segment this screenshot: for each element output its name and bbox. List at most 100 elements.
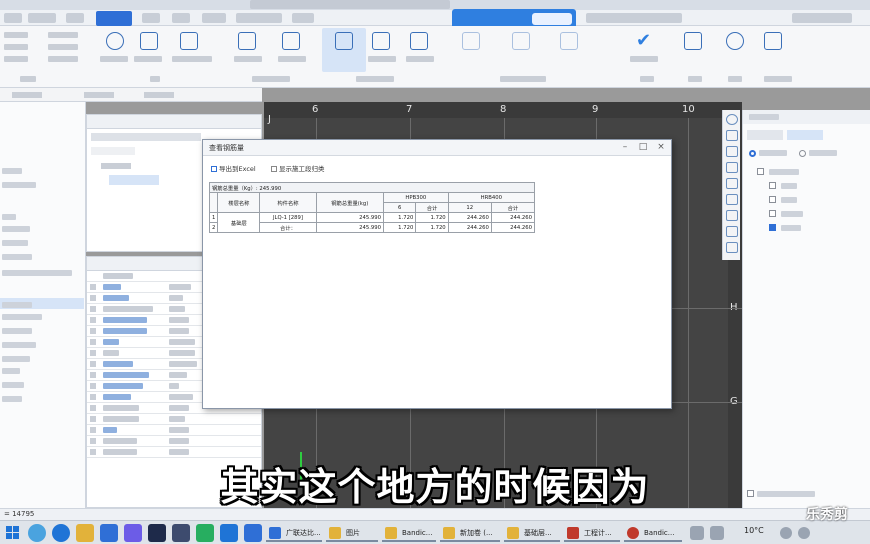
tab-layer-display[interactable] bbox=[747, 130, 783, 140]
taskbar-task[interactable]: 新加卷 (... bbox=[440, 524, 500, 542]
zoom-icon[interactable] bbox=[726, 194, 738, 205]
property-row[interactable] bbox=[87, 436, 261, 447]
component-dropdown[interactable] bbox=[144, 92, 174, 98]
ribbon-label[interactable] bbox=[4, 44, 28, 50]
ribbon-label[interactable] bbox=[4, 32, 28, 38]
sum-icon[interactable] bbox=[140, 32, 158, 50]
tree-item[interactable] bbox=[2, 254, 32, 260]
taskbar-task[interactable]: Bandic... bbox=[382, 524, 436, 542]
component-list-toolbar[interactable] bbox=[91, 133, 201, 141]
tree-item[interactable] bbox=[2, 168, 22, 174]
app-icon[interactable] bbox=[124, 524, 142, 542]
store-icon[interactable] bbox=[100, 524, 118, 542]
menu-item[interactable] bbox=[28, 13, 56, 23]
taskbar-task[interactable]: 工程计... bbox=[564, 524, 620, 542]
menu-item[interactable] bbox=[66, 13, 84, 23]
component-search-input[interactable] bbox=[91, 147, 135, 155]
app-icon[interactable] bbox=[172, 524, 190, 542]
view-icon[interactable] bbox=[726, 130, 738, 141]
grid-icon[interactable] bbox=[512, 32, 530, 50]
cloud-icon[interactable] bbox=[106, 32, 124, 50]
rotate-icon[interactable] bbox=[726, 114, 738, 125]
menu-item[interactable] bbox=[172, 13, 190, 23]
windows-start-icon[interactable] bbox=[6, 526, 20, 540]
app-icon[interactable] bbox=[148, 524, 166, 542]
maximize-icon[interactable]: □ bbox=[637, 142, 649, 152]
view-rebar-quantity-button-selected[interactable] bbox=[322, 28, 366, 72]
checkbox-floor-checked[interactable] bbox=[769, 224, 776, 231]
tab-floor-display[interactable] bbox=[787, 130, 823, 140]
eye-icon[interactable] bbox=[726, 178, 738, 189]
property-row[interactable] bbox=[87, 447, 261, 458]
system-tray-icon[interactable] bbox=[710, 526, 724, 540]
app-icon[interactable] bbox=[196, 524, 214, 542]
rebar-3d-icon[interactable] bbox=[410, 32, 428, 50]
menu-item[interactable] bbox=[202, 13, 226, 23]
property-row[interactable] bbox=[87, 414, 261, 425]
tree-item[interactable] bbox=[2, 314, 42, 320]
component-list-tabs[interactable] bbox=[87, 115, 261, 129]
ribbon-label[interactable] bbox=[48, 44, 78, 50]
edge-browser-icon[interactable] bbox=[28, 524, 46, 542]
weather-temperature[interactable]: 10°C bbox=[744, 526, 764, 535]
radio-same-name-floor[interactable] bbox=[799, 150, 806, 157]
fit-icon[interactable] bbox=[726, 210, 738, 221]
taskbar-task[interactable]: 广联达比... bbox=[266, 524, 322, 542]
grid-icon[interactable] bbox=[282, 32, 300, 50]
checkbox-floor[interactable] bbox=[769, 210, 776, 217]
report-icon[interactable] bbox=[684, 32, 702, 50]
tree-item[interactable] bbox=[2, 302, 32, 308]
menu-item[interactable] bbox=[792, 13, 852, 23]
cloud-check-icon[interactable] bbox=[726, 32, 744, 50]
tree-item[interactable] bbox=[2, 214, 16, 220]
close-icon[interactable]: × bbox=[655, 142, 667, 152]
taskbar-task[interactable]: 图片 bbox=[326, 524, 378, 542]
check-icon[interactable]: ✔ bbox=[636, 30, 651, 51]
tree-item[interactable] bbox=[2, 368, 20, 374]
checkbox-bottom[interactable] bbox=[747, 490, 754, 497]
component-item-selected[interactable] bbox=[109, 175, 159, 185]
checkbox-floor[interactable] bbox=[769, 182, 776, 189]
type-dropdown[interactable] bbox=[84, 92, 114, 98]
floor-dropdown[interactable] bbox=[12, 92, 42, 98]
cube-icon[interactable] bbox=[726, 162, 738, 173]
export-excel-button[interactable]: 导出到Excel bbox=[211, 163, 256, 173]
edit-icon[interactable] bbox=[372, 32, 390, 50]
minimize-icon[interactable]: – bbox=[619, 142, 631, 152]
tree-item[interactable] bbox=[2, 382, 24, 388]
ribbon-label[interactable] bbox=[4, 56, 28, 62]
checkbox-all-floors[interactable] bbox=[757, 168, 764, 175]
menu-item[interactable] bbox=[292, 13, 314, 23]
radio-current-floor[interactable] bbox=[749, 150, 756, 157]
settings-icon[interactable] bbox=[726, 226, 738, 237]
table-icon[interactable] bbox=[764, 32, 782, 50]
layer-icon[interactable] bbox=[726, 146, 738, 157]
view-quantity-icon[interactable] bbox=[238, 32, 256, 50]
menu-item[interactable] bbox=[142, 13, 160, 23]
menu-item[interactable] bbox=[586, 13, 682, 23]
tree-item[interactable] bbox=[2, 328, 32, 334]
file-explorer-icon[interactable] bbox=[76, 524, 94, 542]
tree-node[interactable] bbox=[101, 163, 131, 169]
menu-item[interactable] bbox=[236, 13, 282, 23]
property-row[interactable] bbox=[87, 425, 261, 436]
tree-item[interactable] bbox=[2, 342, 36, 348]
app-icon[interactable] bbox=[220, 524, 238, 542]
browser-icon[interactable] bbox=[52, 524, 70, 542]
document-icon[interactable] bbox=[726, 242, 738, 253]
notification-button[interactable] bbox=[532, 13, 572, 25]
taskbar-task[interactable]: 基础层... bbox=[504, 524, 560, 542]
tree-item[interactable] bbox=[2, 226, 30, 232]
tree-item[interactable] bbox=[2, 396, 22, 402]
ribbon-label[interactable] bbox=[48, 32, 78, 38]
taskbar-task[interactable]: Bandic... bbox=[624, 524, 682, 542]
tree-item[interactable] bbox=[2, 356, 30, 362]
table-row[interactable]: 1 基础层 JLQ-1 [289] 245.990 1.720 1.720 24… bbox=[208, 212, 536, 233]
show-construction-checkbox[interactable]: 显示施工段归类 bbox=[271, 163, 325, 173]
app-icon[interactable] bbox=[244, 524, 262, 542]
menu-item-active[interactable] bbox=[96, 11, 132, 26]
network-icon[interactable] bbox=[780, 527, 792, 539]
ribbon-label[interactable] bbox=[48, 56, 78, 62]
menu-item[interactable] bbox=[4, 13, 22, 23]
grid-icon[interactable] bbox=[560, 32, 578, 50]
